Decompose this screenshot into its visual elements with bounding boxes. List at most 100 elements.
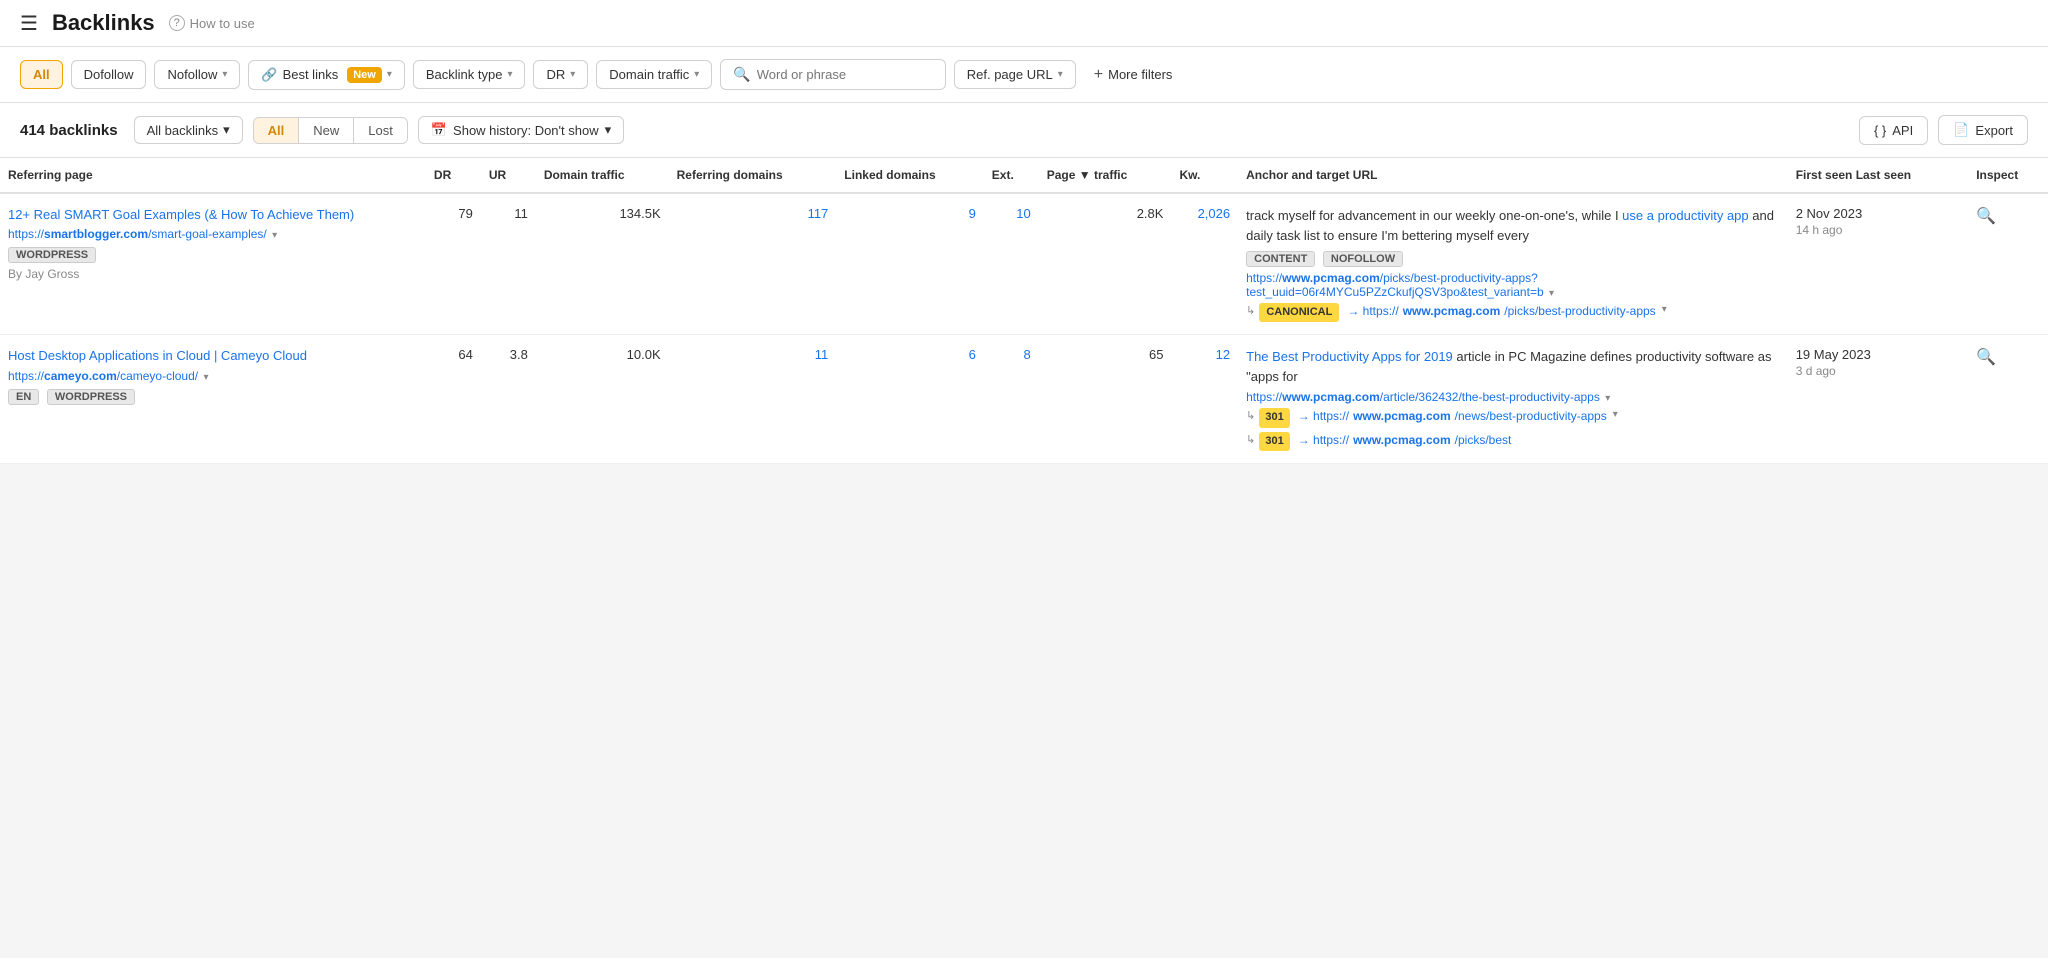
ref-page-url-prefix-1: https://	[8, 227, 44, 241]
target-domain-2: www.pcmag.com	[1282, 390, 1380, 404]
ref-page-cell-1: 12+ Real SMART Goal Examples (& How To A…	[0, 193, 426, 335]
badge-301-2b: 301	[1259, 432, 1289, 451]
referring-domains-link-1[interactable]: 117	[808, 206, 829, 221]
badge-wp-2: WORDPRESS	[47, 389, 135, 405]
ref-page-expand-icon-1[interactable]: ▾	[272, 230, 277, 241]
redirect-expand-icon-2a[interactable]: ▾	[1613, 408, 1618, 422]
api-button[interactable]: { } API	[1859, 116, 1928, 145]
filter-dofollow-button[interactable]: Dofollow	[71, 60, 147, 89]
ref-page-title-1[interactable]: 12+ Real SMART Goal Examples (& How To A…	[8, 206, 418, 224]
tab-lost[interactable]: Lost	[354, 118, 407, 143]
tab-new[interactable]: New	[299, 118, 354, 143]
redirect-row-2a: ↳ 301 → https://www.pcmag.com/news/best-…	[1246, 408, 1780, 427]
anchor-link-2[interactable]: The Best Productivity Apps for 2019	[1246, 349, 1453, 364]
ref-page-title-2[interactable]: Host Desktop Applications in Cloud | Cam…	[8, 347, 418, 365]
api-label: API	[1892, 123, 1913, 138]
target-domain-1: www.pcmag.com	[1282, 271, 1380, 285]
ref-page-url-suffix-2: /cameyo-cloud/	[117, 369, 198, 383]
target-expand-icon-2[interactable]: ▾	[1605, 393, 1610, 404]
kw-link-1[interactable]: 2,026	[1198, 206, 1231, 221]
redirect-suffix-2a: /news/best-productivity-apps	[1455, 408, 1607, 425]
ref-page-expand-icon-2[interactable]: ▾	[203, 372, 208, 383]
th-linked-domains[interactable]: Linked domains	[836, 158, 984, 193]
link-icon: 🔗	[261, 67, 277, 83]
th-dr[interactable]: DR	[426, 158, 481, 193]
redirect-suffix-2b: /picks/best	[1455, 432, 1512, 449]
ur-cell-1: 11	[481, 193, 536, 335]
inspect-icon-1[interactable]: 🔍	[1976, 208, 1996, 225]
badge-canonical-1: CANONICAL	[1259, 303, 1339, 322]
dr-label: DR	[546, 67, 565, 82]
th-domain-traffic[interactable]: Domain traffic	[536, 158, 669, 193]
export-button[interactable]: 📄 Export	[1938, 115, 2028, 145]
new-badge: New	[347, 67, 382, 83]
dates-cell-1: 2 Nov 2023 14 h ago	[1788, 193, 1969, 335]
ref-page-domain-1: smartblogger.com	[44, 227, 148, 241]
linked-domains-link-1[interactable]: 9	[969, 206, 976, 221]
last-seen-2: 3 d ago	[1796, 364, 1961, 378]
all-backlinks-dropdown[interactable]: All backlinks ▾	[134, 116, 243, 144]
badge-content-1: CONTENT	[1246, 251, 1315, 267]
ext-link-1[interactable]: 10	[1016, 206, 1030, 221]
dr-chevron-icon: ▾	[570, 69, 575, 80]
anchor-text-before-1: track myself for advancement in our week…	[1246, 208, 1622, 223]
dr-cell-1: 79	[426, 193, 481, 335]
badge-wordpress-1: WORDPRESS	[8, 247, 96, 263]
dr-cell-2: 64	[426, 335, 481, 464]
inspect-cell-2: 🔍	[1968, 335, 2048, 464]
more-filters-button[interactable]: + More filters	[1084, 60, 1183, 90]
nofollow-label: Nofollow	[167, 67, 217, 82]
redirect-row-2b: ↳ 301 → https://www.pcmag.com/picks/best	[1246, 432, 1780, 451]
show-history-button[interactable]: 📅 Show history: Don't show ▾	[418, 116, 624, 144]
ext-link-2[interactable]: 8	[1024, 347, 1031, 362]
linked-domains-cell-1: 9	[836, 193, 984, 335]
filter-best-links-button[interactable]: 🔗 Best links New ▾	[248, 60, 404, 90]
ref-page-domain-2: cameyo.com	[44, 369, 117, 383]
canonical-expand-icon-1[interactable]: ▾	[1662, 303, 1667, 317]
filter-backlink-type-button[interactable]: Backlink type ▾	[413, 60, 526, 89]
first-seen-1: 2 Nov 2023	[1796, 206, 1961, 221]
target-expand-icon-1[interactable]: ▾	[1549, 288, 1554, 299]
filter-domain-traffic-button[interactable]: Domain traffic ▾	[596, 60, 712, 89]
table-row: 12+ Real SMART Goal Examples (& How To A…	[0, 193, 2048, 335]
backlinks-table: Referring page DR UR Domain traffic Refe…	[0, 158, 2048, 464]
th-referring-domains[interactable]: Referring domains	[669, 158, 837, 193]
how-to-use-link[interactable]: ? How to use	[169, 15, 255, 31]
th-page-traffic[interactable]: Page ▼ traffic	[1039, 158, 1172, 193]
inspect-icon-2[interactable]: 🔍	[1976, 349, 1996, 366]
domain-traffic-cell-1: 134.5K	[536, 193, 669, 335]
filter-bar: All Dofollow Nofollow ▾ 🔗 Best links New…	[0, 47, 2048, 103]
target-url-middle-2: /article/362432/the-best-productivity-ap…	[1380, 390, 1600, 404]
tab-all[interactable]: All	[254, 118, 300, 143]
referring-domains-link-2[interactable]: 11	[815, 347, 829, 362]
th-ext[interactable]: Ext.	[984, 158, 1039, 193]
linked-domains-link-2[interactable]: 6	[969, 347, 976, 362]
canonical-domain-1: www.pcmag.com	[1403, 303, 1501, 320]
linked-domains-cell-2: 6	[836, 335, 984, 464]
search-icon: 🔍	[733, 66, 750, 83]
th-kw[interactable]: Kw.	[1171, 158, 1238, 193]
th-first-last-seen: First seen Last seen	[1788, 158, 1969, 193]
filter-ref-page-url-button[interactable]: Ref. page URL ▾	[954, 60, 1076, 89]
ref-page-cell-2: Host Desktop Applications in Cloud | Cam…	[0, 335, 426, 464]
kw-cell-1: 2,026	[1171, 193, 1238, 335]
author-1: By Jay Gross	[8, 267, 418, 281]
word-phrase-search[interactable]: 🔍	[720, 59, 945, 90]
anchor-cell-2: The Best Productivity Apps for 2019 arti…	[1238, 335, 1788, 464]
toolbar: 414 backlinks All backlinks ▾ All New Lo…	[0, 103, 2048, 158]
page-traffic-cell-2: 65	[1039, 335, 1172, 464]
how-to-use-label: How to use	[190, 16, 255, 31]
filter-nofollow-button[interactable]: Nofollow ▾	[154, 60, 240, 89]
api-braces-icon: { }	[1874, 123, 1886, 138]
badge-nofollow-1: NOFOLLOW	[1323, 251, 1403, 267]
anchor-link-1[interactable]: use a productivity app	[1622, 208, 1748, 223]
menu-icon[interactable]: ☰	[20, 11, 38, 36]
search-input[interactable]	[757, 67, 933, 82]
th-ur[interactable]: UR	[481, 158, 536, 193]
more-filters-label: More filters	[1108, 67, 1172, 82]
kw-link-2[interactable]: 12	[1216, 347, 1230, 362]
filter-dr-button[interactable]: DR ▾	[533, 60, 588, 89]
ext-cell-1: 10	[984, 193, 1039, 335]
filter-all-button[interactable]: All	[20, 60, 63, 89]
best-links-label: Best links	[283, 67, 339, 82]
